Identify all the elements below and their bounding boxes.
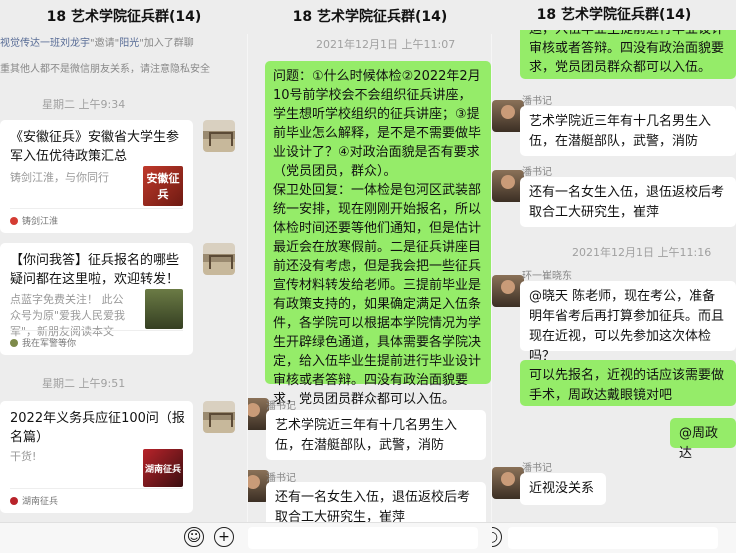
voice-icon[interactable]: ◐ (492, 527, 502, 547)
sender-name: 潘书记 (522, 167, 552, 178)
official-account-icon (10, 216, 18, 225)
chat-panel-left: 18 艺术学院征兵群(14) 视觉传达一班刘龙宇"邀请"阳光"加入了群聊 重其他… (0, 0, 248, 553)
official-account-icon (10, 338, 18, 347)
chat-title: 18 艺术学院征兵群(14) (248, 0, 492, 34)
timestamp: 星期二 上午9:51 (42, 377, 126, 390)
article-title: 【你问我答】征兵报名的哪些疑问都在这里啦，欢迎转发！ (10, 253, 180, 287)
emoji-icon[interactable]: ☺ (184, 527, 204, 547)
invitee-link[interactable]: 阳光 (119, 38, 139, 49)
input-toolbar (248, 522, 492, 553)
input-toolbar: ☺ + (0, 522, 248, 553)
sent-message[interactable]: 可以先报名，近视的话应该需要做手术，周政达戴眼镜对吧 (520, 360, 736, 406)
sender-name: 环一崔晓东 (522, 271, 572, 282)
received-message[interactable]: 艺术学院近三年有十几名男生入伍，在潜艇部队，武警，消防 (266, 410, 486, 460)
chat-panel-middle: 18 艺术学院征兵群(14) 2021年12月1日 上午11:07 问题：①什么… (248, 0, 492, 553)
article-card[interactable]: 《安徽征兵》安徽省大学生参军入伍优待政策汇总 铸剑江淮，与你同行 安徽征兵 铸剑… (0, 120, 193, 233)
system-notice-invite: 视觉传达一班刘龙宇"邀请"阳光"加入了群聊 (0, 38, 194, 49)
article-thumbnail: 湖南征兵 (143, 449, 183, 487)
message-input[interactable] (248, 527, 478, 549)
official-account-icon (10, 496, 18, 505)
system-notice-privacy: 重其他人都不是微信朋友关系，请注意隐私安全 (0, 64, 210, 75)
timestamp: 星期二 上午9:34 (42, 98, 126, 111)
article-card[interactable]: 2022年义务兵应征100问（报名篇） 干货! 湖南征兵 湖南征兵 (0, 401, 193, 513)
plus-icon[interactable]: + (214, 527, 234, 547)
article-source: 湖南征兵 (10, 488, 183, 507)
sent-message[interactable]: @周政达 (670, 418, 736, 461)
chat-title: 18 艺术学院征兵群(14) (492, 0, 736, 30)
article-thumbnail: 安徽征兵 (143, 166, 183, 206)
article-thumbnail (145, 289, 183, 329)
article-title: 《安徽征兵》安徽省大学生参军入伍优待政策汇总 (10, 130, 180, 164)
input-toolbar: ◐ (492, 522, 736, 553)
article-source: 我在军警等你 (10, 330, 183, 349)
received-message[interactable]: 还有一名女生入伍，退伍返校后考取合工大研究生，崔萍 (520, 177, 736, 227)
article-title: 2022年义务兵应征100问（报名篇） (10, 411, 185, 445)
received-message[interactable]: 艺术学院近三年有十几名男生入伍，在潜艇部队，武警，消防 (520, 106, 736, 156)
received-message[interactable]: 近视没关系 (520, 473, 606, 505)
sent-message[interactable]: 问题：①什么时候体检②2022年2月10号前学校会不会组织征兵讲座，学生想听学校… (265, 61, 491, 407)
chat-panel-right: 运，入伍毕业生提前进行毕业设计审核或者答辩。四没有政治面貌要求，党员团员群众都可… (492, 0, 736, 553)
inviter-link[interactable]: 视觉传达一班刘龙宇 (0, 38, 90, 49)
timestamp: 2021年12月1日 上午11:16 (572, 246, 712, 259)
sender-avatar[interactable] (203, 243, 235, 275)
sender-name: 潘书记 (522, 463, 552, 474)
received-message[interactable]: @晓天 陈老师，现在考公，准备明年省考后再打算参加征兵。而且现在近视，可以先参加… (520, 281, 736, 364)
chat-title: 18 艺术学院征兵群(14) (0, 0, 248, 34)
sender-name: 潘书记 (522, 96, 552, 107)
sender-avatar[interactable] (203, 120, 235, 152)
article-source: 铸剑江淮 (10, 208, 183, 227)
timestamp: 2021年12月1日 上午11:07 (316, 38, 456, 51)
article-desc: 铸剑江淮，与你同行 (10, 171, 109, 184)
message-input[interactable] (508, 527, 718, 549)
article-card[interactable]: 【你问我答】征兵报名的哪些疑问都在这里啦，欢迎转发！ 点蓝字免费关注！ 此公众号… (0, 243, 193, 355)
sender-avatar[interactable] (203, 401, 235, 433)
